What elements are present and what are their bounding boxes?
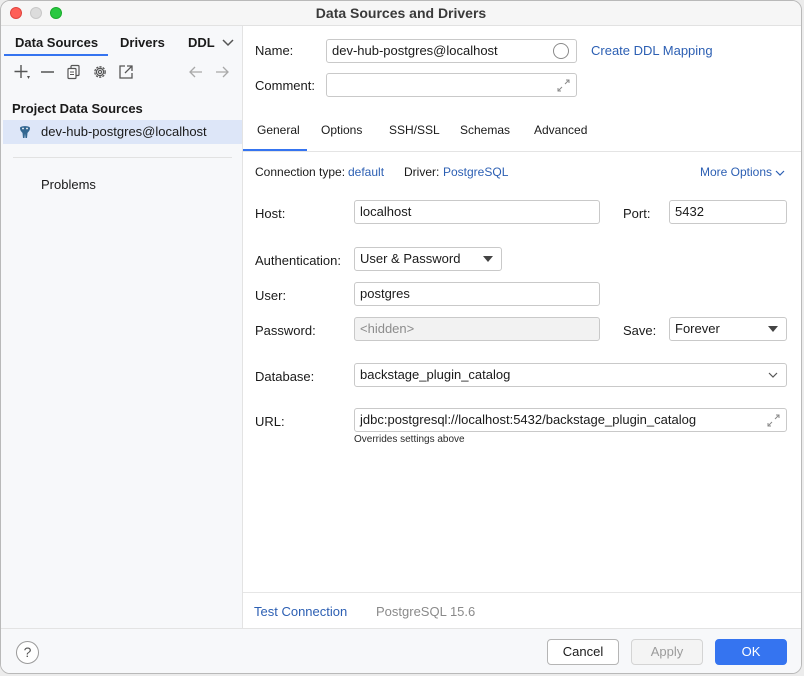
cancel-button[interactable]: Cancel [547, 639, 619, 665]
help-button[interactable]: ? [16, 641, 39, 664]
tab-schemas[interactable]: Schemas [460, 123, 510, 137]
gear-icon[interactable] [91, 63, 109, 81]
window-title: Data Sources and Drivers [315, 5, 487, 21]
open-external-icon[interactable] [117, 63, 135, 81]
expand-icon[interactable] [767, 414, 780, 427]
tabs-divider [243, 151, 801, 152]
more-options-label: More Options [700, 165, 773, 179]
tab-drivers[interactable]: Drivers [120, 35, 165, 50]
port-label: Port: [623, 206, 651, 221]
expand-icon[interactable] [557, 79, 570, 92]
url-input[interactable]: jdbc:postgresql://localhost:5432/backsta… [354, 408, 787, 432]
tab-ddl[interactable]: DDL [188, 35, 215, 50]
database-label: Database: [255, 369, 315, 384]
url-label: URL: [255, 414, 285, 429]
problems-item[interactable]: Problems [41, 177, 96, 192]
connection-type-link[interactable]: default [348, 165, 384, 179]
right-panel: Name: dev-hub-postgres@localhost Create … [243, 26, 801, 628]
active-tab-indicator [4, 54, 108, 56]
tab-data-sources[interactable]: Data Sources [15, 35, 98, 50]
ok-button[interactable]: OK [715, 639, 787, 665]
chevron-down-icon[interactable] [768, 370, 778, 380]
section-title: Project Data Sources [12, 101, 143, 116]
divider [13, 157, 232, 158]
save-select[interactable]: Forever [669, 317, 787, 341]
save-label: Save: [623, 323, 657, 338]
postgresql-icon [20, 126, 30, 138]
tab-options[interactable]: Options [321, 123, 362, 137]
save-value: Forever [675, 321, 720, 336]
left-panel: Data Sources Drivers DDL Project Data So… [1, 26, 243, 628]
driver-label: Driver: [404, 165, 440, 179]
comment-input[interactable] [326, 73, 577, 97]
password-label: Password: [255, 323, 316, 338]
name-label: Name: [255, 43, 294, 58]
driver-link[interactable]: PostgreSQL [443, 165, 508, 179]
dropdown-arrow-icon [483, 256, 493, 262]
duplicate-icon[interactable] [65, 63, 83, 81]
password-input[interactable]: <hidden> [354, 317, 600, 341]
url-hint: Overrides settings above [354, 434, 465, 445]
data-source-label: dev-hub-postgres@localhost [41, 124, 207, 139]
authentication-label: Authentication: [255, 253, 342, 268]
color-circle-icon[interactable] [553, 43, 569, 59]
apply-button[interactable]: Apply [631, 639, 703, 665]
user-label: User: [255, 288, 287, 303]
bottom-bar: ? Cancel Apply OK [1, 628, 801, 673]
comment-label: Comment: [255, 78, 315, 93]
host-label: Host: [255, 206, 286, 221]
test-connection-link[interactable]: Test Connection [254, 604, 347, 619]
arrow-right-icon[interactable] [213, 63, 231, 81]
url-value: jdbc:postgresql://localhost:5432/backsta… [360, 412, 697, 427]
database-value: backstage_plugin_catalog [360, 367, 511, 382]
server-version-text: PostgreSQL 15.6 [376, 604, 476, 619]
port-input[interactable]: 5432 [669, 200, 787, 224]
chevron-down-icon[interactable] [220, 34, 236, 50]
database-combobox[interactable]: backstage_plugin_catalog [354, 363, 787, 387]
remove-icon[interactable] [39, 63, 57, 81]
create-ddl-mapping-link[interactable]: Create DDL Mapping [591, 43, 713, 58]
tab-general[interactable]: General [257, 123, 300, 137]
status-divider [243, 592, 801, 593]
connection-type-label: Connection type: [255, 165, 346, 179]
user-input[interactable]: postgres [354, 282, 600, 306]
dialog-window: Data Sources and Drivers Data Sources Dr… [0, 0, 802, 674]
name-input[interactable]: dev-hub-postgres@localhost [326, 39, 577, 63]
authentication-value: User & Password [360, 251, 461, 266]
dropdown-arrow-icon [768, 326, 778, 332]
host-input[interactable]: localhost [354, 200, 600, 224]
authentication-select[interactable]: User & Password [354, 247, 502, 271]
name-value: dev-hub-postgres@localhost [332, 43, 498, 58]
more-options-link[interactable]: More Options [700, 165, 785, 179]
chevron-down-icon [775, 170, 785, 176]
add-icon[interactable] [13, 63, 31, 81]
title-bar: Data Sources and Drivers [1, 1, 801, 26]
arrow-left-icon[interactable] [187, 63, 205, 81]
tab-advanced[interactable]: Advanced [534, 123, 587, 137]
tab-ssh-ssl[interactable]: SSH/SSL [389, 123, 440, 137]
data-source-item[interactable]: dev-hub-postgres@localhost [3, 120, 242, 144]
